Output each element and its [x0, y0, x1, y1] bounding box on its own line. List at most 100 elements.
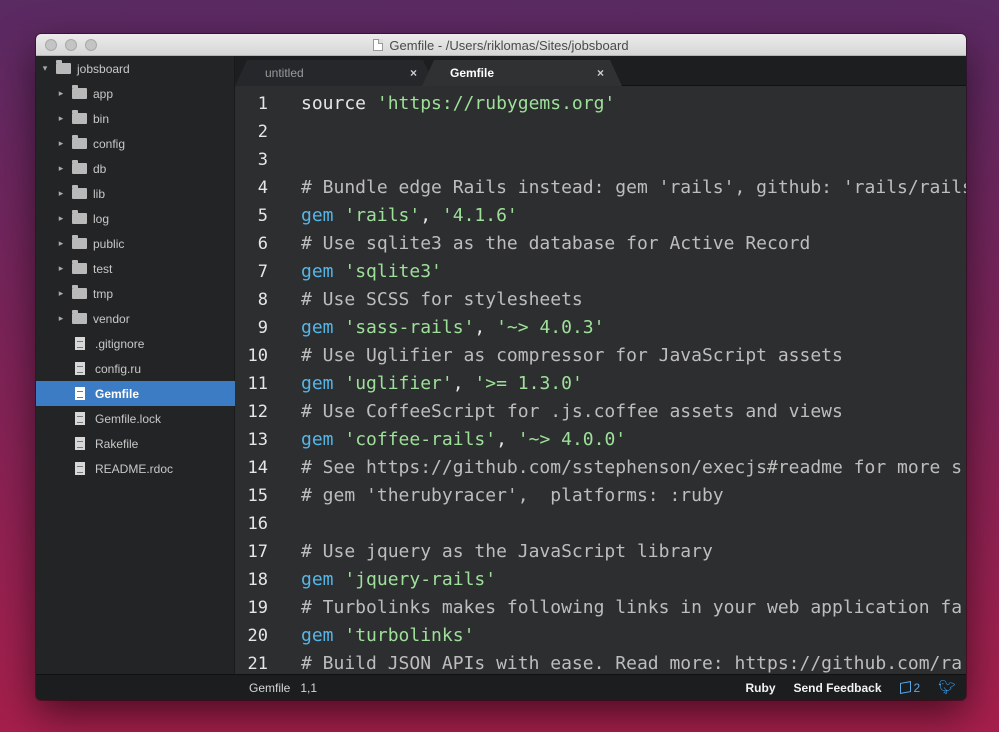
line-number: 2 — [257, 122, 268, 142]
tree-item-label: Rakefile — [95, 436, 139, 451]
code-line[interactable]: 15 # gem 'therubyracer', platforms: :ruby — [235, 482, 966, 510]
tree-item-gemfile-lock[interactable]: Gemfile.lock — [36, 406, 235, 431]
tree-item-label: db — [93, 161, 107, 176]
code-line[interactable]: 11 gem 'uglifier', '>= 1.3.0' — [235, 370, 966, 398]
tree-item-label: app — [93, 86, 114, 101]
package-updates[interactable]: 2 — [899, 680, 921, 695]
chevron-right-icon[interactable]: ▸ — [56, 188, 66, 199]
chevron-right-icon[interactable]: ▸ — [56, 213, 66, 224]
tree-item-db[interactable]: ▸ db — [36, 156, 235, 181]
folder-icon — [72, 210, 87, 224]
code-line[interactable]: 19 # Turbolinks makes following links in … — [235, 594, 966, 622]
code-line[interactable]: 1 source 'https://rubygems.org' — [235, 90, 966, 118]
tree-item-bin[interactable]: ▸ bin — [36, 106, 235, 131]
code-line[interactable]: 4 # Bundle edge Rails instead: gem 'rails… — [235, 174, 966, 202]
package-update-count: 2 — [913, 680, 921, 695]
tree-item-tmp[interactable]: ▸ tmp — [36, 281, 235, 306]
tree-item-label: log — [93, 211, 110, 226]
code-line[interactable]: 2 — [235, 118, 966, 146]
chevron-right-icon[interactable]: ▸ — [56, 88, 66, 99]
code-token: gem — [301, 373, 345, 394]
code-line[interactable]: 16 — [235, 510, 966, 538]
chevron-right-icon[interactable]: ▸ — [56, 288, 66, 299]
code-line[interactable]: 6 # Use sqlite3 as the database for Activ… — [235, 230, 966, 258]
code-text: # Bundle edge Rails instead: gem 'rails'… — [301, 174, 966, 202]
code-line[interactable]: 5 gem 'rails', '4.1.6' — [235, 202, 966, 230]
tree-item-rakefile[interactable]: Rakefile — [36, 431, 235, 456]
code-line[interactable]: 20 gem 'turbolinks' — [235, 622, 966, 650]
chevron-down-icon[interactable]: ▾ — [40, 63, 50, 74]
code-line[interactable]: 9 gem 'sass-rails', '~> 4.0.3' — [235, 314, 966, 342]
code-line[interactable]: 17 # Use jquery as the JavaScript library — [235, 538, 966, 566]
status-file-name[interactable]: Gemfile — [249, 681, 290, 695]
code-line[interactable]: 21 # Build JSON APIs with ease. Read more… — [235, 650, 966, 674]
line-number: 20 — [247, 626, 268, 646]
code-token: # Use jquery as the JavaScript library — [301, 541, 713, 562]
code-token: gem — [301, 569, 345, 590]
tab-label: Gemfile — [450, 66, 495, 80]
chevron-right-icon[interactable]: ▸ — [56, 113, 66, 124]
code-editor[interactable]: 1 source 'https://rubygems.org' 2 3 4 # Bundl… — [235, 86, 966, 674]
tree-item-lib[interactable]: ▸ lib — [36, 181, 235, 206]
chevron-right-icon[interactable]: ▸ — [56, 238, 66, 249]
tab-close-icon[interactable]: × — [410, 66, 417, 80]
tree-item-app[interactable]: ▸ app — [36, 81, 235, 106]
code-text: gem 'jquery-rails' — [301, 566, 496, 594]
tree-item-gitignore[interactable]: .gitignore — [36, 331, 235, 356]
chevron-right-icon[interactable]: ▸ — [56, 263, 66, 274]
tree-item-gemfile[interactable]: Gemfile — [36, 381, 235, 406]
chevron-right-icon[interactable]: ▸ — [56, 138, 66, 149]
code-token: , — [452, 373, 475, 394]
file-icon — [75, 362, 85, 375]
tree-item-label: bin — [93, 111, 110, 126]
folder-icon — [72, 185, 87, 199]
folder-icon — [56, 60, 71, 74]
tree-item-config-ru[interactable]: config.ru — [36, 356, 235, 381]
tree-view[interactable]: ▾ jobsboard ▸ app ▸ bin ▸ config ▸ db ▸ lib ▸ log ▸ pub… — [36, 56, 235, 700]
document-icon — [373, 39, 384, 51]
tree-item-public[interactable]: ▸ public — [36, 231, 235, 256]
code-token: source — [301, 93, 377, 114]
tree-item-label: config.ru — [95, 361, 142, 376]
tree-item-jobsboard[interactable]: ▾ jobsboard — [36, 56, 235, 81]
twitter-bird-icon[interactable]: 🐦︎ — [938, 679, 956, 696]
editor-window: Gemfile - /Users/riklomas/Sites/jobsboar… — [36, 34, 966, 700]
chevron-right-icon[interactable]: ▸ — [56, 163, 66, 174]
code-line[interactable]: 14 # See https://github.com/sstephenson/e… — [235, 454, 966, 482]
send-feedback-link[interactable]: Send Feedback — [794, 681, 882, 695]
file-icon — [75, 337, 85, 350]
code-line[interactable]: 7 gem 'sqlite3' — [235, 258, 966, 286]
line-number: 9 — [257, 318, 268, 338]
tree-item-log[interactable]: ▸ log — [36, 206, 235, 231]
code-line[interactable]: 12 # Use CoffeeScript for .js.coffee asse… — [235, 398, 966, 426]
code-token: # Use CoffeeScript for .js.coffee assets… — [301, 401, 843, 422]
title-bar[interactable]: Gemfile - /Users/riklomas/Sites/jobsboar… — [36, 34, 966, 56]
code-text: # See https://github.com/sstephenson/exe… — [301, 454, 962, 482]
grammar-selector[interactable]: Ruby — [746, 681, 776, 695]
code-line[interactable]: 13 gem 'coffee-rails', '~> 4.0.0' — [235, 426, 966, 454]
tree-item-label: jobsboard — [77, 61, 130, 76]
tree-item-test[interactable]: ▸ test — [36, 256, 235, 281]
line-number: 13 — [247, 430, 268, 450]
code-line[interactable]: 10 # Use Uglifier as compressor for JavaS… — [235, 342, 966, 370]
code-token: 'coffee-rails' — [344, 429, 497, 450]
tree-item-readme-rdoc[interactable]: README.rdoc — [36, 456, 235, 481]
code-token: # Use sqlite3 as the database for Active… — [301, 233, 811, 254]
code-line[interactable]: 18 gem 'jquery-rails' — [235, 566, 966, 594]
folder-icon — [72, 285, 87, 299]
line-number: 17 — [247, 542, 268, 562]
folder-icon — [72, 160, 87, 174]
window-title: Gemfile - /Users/riklomas/Sites/jobsboar… — [389, 37, 629, 53]
tab-untitled[interactable]: untitled × — [235, 60, 435, 86]
line-number: 12 — [247, 402, 268, 422]
tab-label: untitled — [265, 66, 304, 80]
tab-gemfile[interactable]: Gemfile × — [422, 60, 622, 86]
code-line[interactable]: 3 — [235, 146, 966, 174]
chevron-right-icon[interactable]: ▸ — [56, 313, 66, 324]
tree-item-vendor[interactable]: ▸ vendor — [36, 306, 235, 331]
tab-close-icon[interactable]: × — [597, 66, 604, 80]
code-text: gem 'uglifier', '>= 1.3.0' — [301, 370, 583, 398]
code-line[interactable]: 8 # Use SCSS for stylesheets — [235, 286, 966, 314]
status-cursor-position[interactable]: 1,1 — [300, 681, 317, 695]
tree-item-config[interactable]: ▸ config — [36, 131, 235, 156]
